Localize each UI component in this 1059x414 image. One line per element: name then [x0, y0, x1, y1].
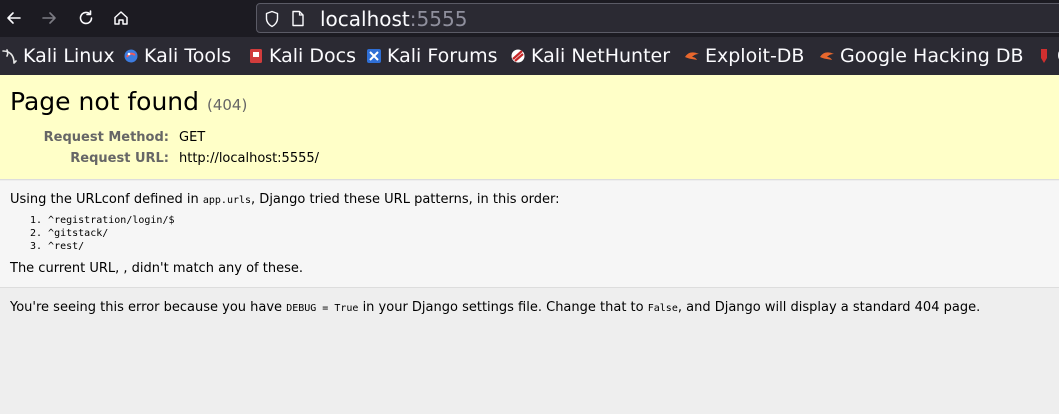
intro-after: , Django tried these URL patterns, in th…: [251, 192, 560, 207]
info-section: Using the URLconf defined in app.urls, D…: [0, 181, 1059, 288]
offsec-icon: [1041, 49, 1047, 63]
reload-button[interactable]: [74, 6, 98, 30]
bookmark-kali-tools[interactable]: Kali Tools: [123, 43, 231, 69]
kali-forums-icon: [367, 49, 381, 63]
url-bar[interactable]: localhost:5555: [256, 3, 1059, 33]
bookmark-kali-linux[interactable]: Kali Linux: [2, 43, 115, 69]
home-icon: [114, 11, 128, 25]
browser-navbar: localhost:5555: [0, 0, 1059, 37]
ghdb-icon: [820, 52, 834, 60]
bookmark-label: Kali Linux: [23, 45, 115, 67]
no-match-message: The current URL, , didn't match any of t…: [10, 261, 303, 276]
request-url-key: Request URL:: [70, 151, 169, 166]
summary-section: Page not found (404) Request Method: GET…: [0, 75, 1059, 180]
bookmark-kali-docs[interactable]: Kali Docs: [248, 43, 356, 69]
kali-tools-icon: [124, 49, 138, 63]
explanation-part2: in your Django settings file. Change tha…: [358, 300, 648, 315]
url-port: :5555: [409, 7, 468, 31]
exploit-db-icon: [685, 52, 699, 60]
bookmark-label: Exploit-DB: [705, 45, 805, 67]
url-pattern-item: 3. ^rest/: [30, 241, 85, 252]
url-text[interactable]: localhost:5555: [320, 6, 467, 32]
explanation-part3: , and Django will display a standard 404…: [677, 300, 981, 315]
bookmark-kali-forums[interactable]: Kali Forums: [366, 43, 498, 69]
forward-button[interactable]: [37, 6, 61, 30]
kali-nethunter-icon: [511, 49, 525, 63]
bookmark-kali-nethunter[interactable]: Kali NetHunter: [510, 43, 670, 69]
bookmarks-toolbar: Kali Linux Kali Tools Kali Docs Kali For…: [0, 37, 1059, 75]
url-host: localhost: [320, 7, 410, 31]
request-method-value: GET: [179, 130, 206, 145]
request-url-value: http://localhost:5555/: [179, 151, 320, 166]
reload-icon: [79, 10, 93, 25]
page-info-icon[interactable]: [291, 10, 305, 27]
false-value: False: [647, 303, 678, 314]
bookmark-label: Google Hacking DB: [840, 45, 1024, 67]
arrow-right-icon: [42, 12, 56, 24]
bookmark-label: Kali NetHunter: [531, 45, 671, 67]
django-404-page: Page not found (404) Request Method: GET…: [0, 75, 1059, 414]
debug-explanation: You're seeing this error because you hav…: [10, 299, 980, 318]
bookmark-label: Kali Docs: [269, 45, 356, 67]
page-title: Page not found (404): [10, 87, 247, 120]
bookmark-label: Kali Forums: [387, 45, 498, 67]
kali-dragon-icon: [2, 49, 17, 64]
intro-before: Using the URLconf defined in: [10, 192, 203, 207]
status-code: (404): [206, 96, 248, 114]
home-button[interactable]: [109, 6, 133, 30]
kali-docs-icon: [250, 49, 262, 63]
bookmark-google-hacking-db[interactable]: Google Hacking DB: [819, 43, 1024, 69]
shield-icon[interactable]: [264, 10, 280, 28]
arrow-left-icon: [7, 12, 21, 24]
bookmark-offsec[interactable]: O: [1036, 43, 1059, 69]
url-pattern-item: 2. ^gitstack/: [30, 228, 109, 239]
urlconf-intro: Using the URLconf defined in app.urls, D…: [10, 191, 560, 210]
bookmark-exploit-db[interactable]: Exploit-DB: [684, 43, 804, 69]
explanation-section: You're seeing this error because you hav…: [0, 289, 1059, 414]
url-pattern-item: 1. ^registration/login/$: [30, 215, 175, 226]
explanation-part1: You're seeing this error because you hav…: [10, 300, 287, 315]
urlconf-module: app.urls: [202, 195, 252, 206]
request-method-key: Request Method:: [43, 130, 169, 145]
debug-setting: DEBUG = True: [286, 303, 359, 314]
back-button[interactable]: [2, 6, 26, 30]
page-title-text: Page not found: [10, 87, 200, 116]
bookmark-label: Kali Tools: [144, 45, 232, 67]
